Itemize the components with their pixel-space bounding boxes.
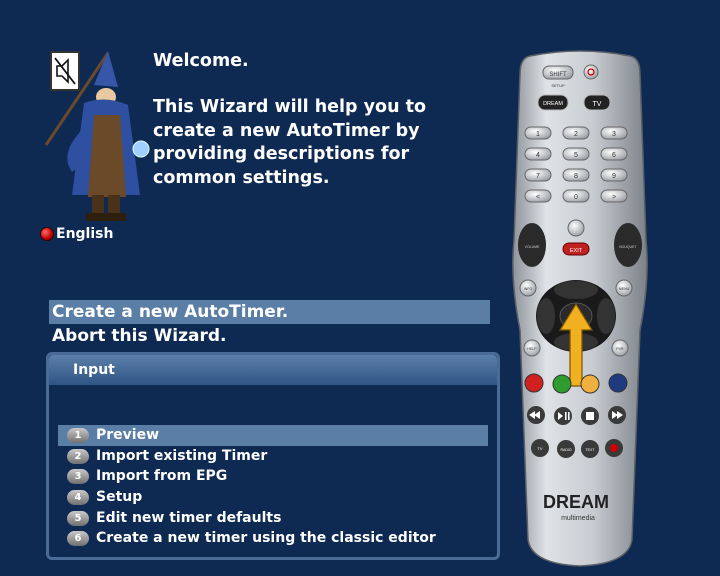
list-item-label: Create a new timer using the classic edi…: [96, 530, 436, 547]
setup-label: SETUP: [551, 83, 565, 88]
keypad-key-label: 6: [612, 152, 616, 159]
yellow-key-icon: [580, 374, 600, 394]
input-panel: Input 1 Preview 2 Import existing Timer …: [46, 352, 500, 560]
language-selector[interactable]: English: [40, 226, 113, 242]
tv-key-label: TV: [593, 101, 602, 108]
welcome-heading: Welcome.: [153, 51, 249, 71]
info-key-label: INFO: [524, 287, 533, 291]
keypad-key-label: 1: [536, 131, 540, 138]
input-list: 1 Preview 2 Import existing Timer 3 Impo…: [58, 425, 488, 549]
menu-key-label: MENU: [619, 287, 630, 291]
keypad-key-label: 3: [612, 131, 616, 138]
panel-header: [49, 355, 497, 385]
red-button-icon: [40, 227, 54, 241]
tv-mode-key-label: TV: [537, 446, 542, 451]
shift-key-label: SHIFT: [549, 72, 567, 78]
description-line: common settings.: [153, 167, 330, 188]
list-item-label: Setup: [96, 489, 143, 506]
description-line: providing descriptions for: [153, 144, 410, 164]
number-badge: 1: [67, 428, 89, 443]
choice-abort-wizard[interactable]: Abort this Wizard.: [49, 324, 490, 348]
list-item-label: Import from EPG: [96, 468, 228, 485]
volume-label: VOLUME: [525, 245, 540, 249]
list-item-setup[interactable]: 4 Setup: [58, 487, 488, 508]
keypad-key-label: <: [536, 194, 540, 201]
keypad-key-label: 9: [612, 173, 616, 180]
list-item-label: Preview: [96, 427, 160, 443]
keypad-key-label: 7: [536, 173, 540, 180]
bouquet-label: BOUQUET: [619, 245, 637, 249]
list-item-label: Import existing Timer: [96, 447, 268, 464]
keypad-key-label: 4: [536, 152, 540, 159]
list-item-edit-defaults[interactable]: 5 Edit new timer defaults: [58, 508, 488, 529]
language-label: English: [56, 226, 114, 242]
exit-key-label: EXIT: [570, 248, 583, 254]
list-item-import-epg[interactable]: 3 Import from EPG: [58, 466, 488, 487]
text-key-label: TEXT: [586, 448, 596, 452]
wizard-description: This Wizard will help you to create a ne…: [153, 96, 473, 190]
description-line: This Wizard will help you to: [153, 97, 427, 117]
list-item-preview[interactable]: 1 Preview: [58, 425, 488, 446]
mute-key-icon: [567, 219, 585, 237]
remote-control-image: SHIFT SETUP DREAM TV 1 2 3 4 5 6 7 8 9 < 0 > VOLUME…: [512, 50, 648, 567]
number-badge: 3: [67, 469, 89, 485]
brand-logo-text: DREAM: [543, 492, 609, 512]
brand-sub-text: multimedia: [561, 515, 595, 522]
keypad-key-label: >: [612, 194, 616, 201]
blue-key-icon: [608, 373, 628, 393]
description-line: create a new AutoTimer by: [153, 120, 420, 141]
green-key-icon: [552, 374, 572, 394]
wizard-image: [44, 51, 150, 221]
pvr-key-label: PVR: [616, 347, 624, 351]
keypad-key-label: 2: [574, 131, 578, 138]
number-badge: 6: [67, 531, 89, 547]
keypad-key-label: 5: [574, 152, 578, 159]
number-badge: 2: [67, 448, 89, 464]
list-item-classic-editor[interactable]: 6 Create a new timer using the classic e…: [58, 528, 488, 549]
list-item-label: Edit new timer defaults: [96, 509, 282, 526]
panel-title: Input: [73, 362, 115, 378]
number-badge: 4: [67, 490, 89, 506]
red-key-icon: [524, 373, 544, 393]
number-badge: 5: [67, 510, 89, 526]
keypad-key-label: 0: [574, 194, 578, 201]
dream-key-label: DREAM: [543, 101, 563, 107]
radio-key-label: RADIO: [560, 448, 571, 452]
help-key-label: HELP: [527, 347, 537, 351]
keypad-key-label: 8: [574, 173, 578, 180]
power-key-icon: [583, 64, 599, 80]
list-item-import-timer[interactable]: 2 Import existing Timer: [58, 446, 488, 467]
choice-create-autotimer[interactable]: Create a new AutoTimer.: [49, 300, 490, 324]
